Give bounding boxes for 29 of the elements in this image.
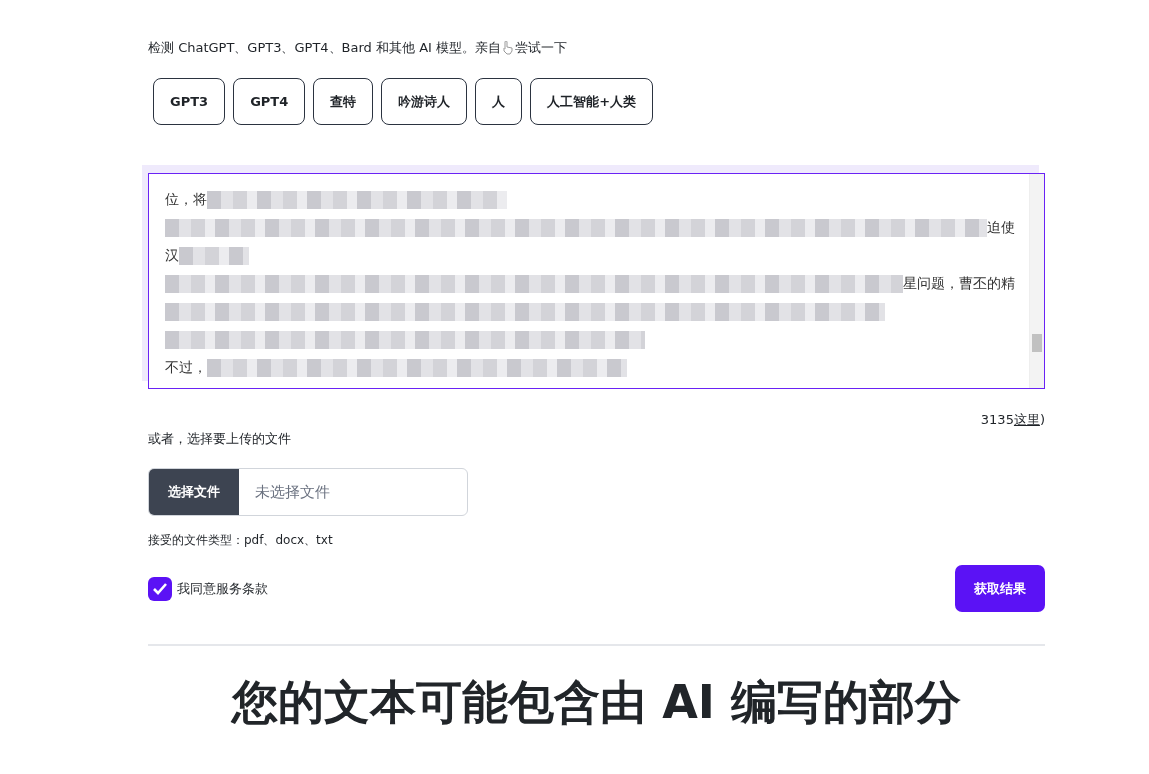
check-icon xyxy=(152,581,168,596)
sample-button[interactable]: 人工智能+人类 xyxy=(530,78,654,125)
text-line: 迫使 xyxy=(987,219,1015,237)
text-line: 位，将 xyxy=(165,191,207,209)
sample-button[interactable]: 吟游诗人 xyxy=(381,78,468,125)
terms-checkbox[interactable] xyxy=(148,576,172,601)
scrollbar[interactable] xyxy=(1029,174,1044,388)
result-heading: 您的文本可能包含由 AI 编写的部分 xyxy=(230,674,962,731)
pointing-hand-icon xyxy=(502,41,514,55)
text-line: 星问题，曹丕的精 xyxy=(903,275,1015,293)
accepted-types-text: 接受的文件类型：pdf、docx、txt xyxy=(148,532,334,549)
file-input[interactable]: 选择文件 未选择文件 xyxy=(148,468,468,516)
terms-label: 我同意服务条款 xyxy=(177,579,268,598)
upload-label: 或者，选择要上传的文件 xyxy=(148,431,292,448)
text-line: 汉 xyxy=(165,247,179,265)
file-status: 未选择文件 xyxy=(254,482,330,502)
intro-text: 尝试一下 xyxy=(515,39,567,57)
sample-button[interactable]: 人 xyxy=(475,78,523,125)
pixelated-text-drawing xyxy=(179,247,249,265)
sample-button[interactable]: GPT4 xyxy=(233,78,306,125)
text-line: 不过， xyxy=(165,359,207,377)
sample-button[interactable]: 查特 xyxy=(313,78,374,125)
here-link[interactable]: 这里 xyxy=(1013,412,1040,427)
intro-text: 检测 ChatGPT、GPT3、GPT4、Bard 和其他 AI 模型。亲自 xyxy=(148,39,501,57)
choose-file-button[interactable]: 选择文件 xyxy=(149,469,239,515)
character-count: 3135 xyxy=(980,412,1014,427)
sample-button[interactable]: GPT3 xyxy=(153,78,226,125)
closing-paren: ) xyxy=(1039,412,1045,427)
get-results-button[interactable]: 获取结果 xyxy=(955,565,1045,612)
